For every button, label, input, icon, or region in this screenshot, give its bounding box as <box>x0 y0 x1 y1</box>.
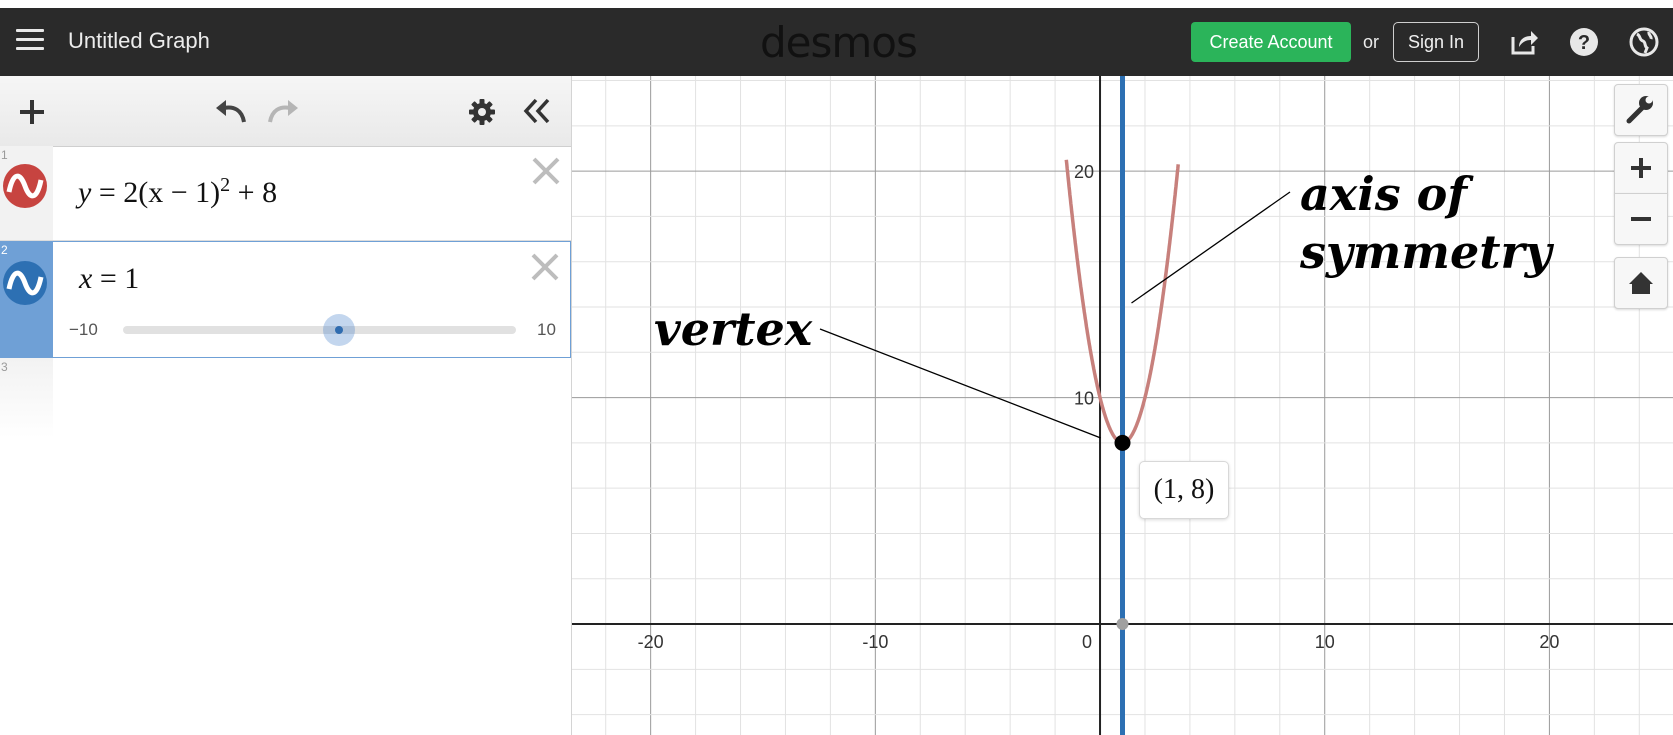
desmos-logo: desmos <box>760 18 918 67</box>
slider-track[interactable] <box>123 314 516 346</box>
expression-gutter: 1 <box>0 146 53 240</box>
expression-index: 2 <box>1 243 8 257</box>
expression-index: 3 <box>1 360 8 374</box>
sign-in-button[interactable]: Sign In <box>1393 22 1479 62</box>
vertex-annotation: vertex <box>654 302 813 356</box>
expression-toolbar <box>0 76 571 147</box>
vertex-point <box>1114 434 1131 451</box>
expression-formula[interactable]: y = 2(x − 1)2 + 8 <box>78 174 277 210</box>
expression-row-1[interactable]: 1 y = 2(x − 1)2 + 8 <box>0 146 571 241</box>
delete-expression-icon[interactable] <box>531 156 561 186</box>
header-bar: Untitled Graph desmos Create Account or … <box>0 8 1673 76</box>
svg-text:?: ? <box>1578 32 1590 54</box>
y-tick-label: 10 <box>1074 389 1094 409</box>
vertex-pointer-line <box>819 328 1101 439</box>
point-coordinate-label: (1, 8) <box>1139 461 1229 519</box>
redo-icon[interactable] <box>266 96 302 126</box>
desmos-app: Untitled Graph desmos Create Account or … <box>0 0 1673 735</box>
zoom-out-icon[interactable] <box>1614 193 1668 245</box>
graph-paper[interactable]: -20 -10 0 10 20 10 20 (1, 8) vertex axis of sy… <box>572 76 1673 735</box>
home-view-icon[interactable] <box>1614 257 1668 309</box>
menu-icon[interactable] <box>16 28 44 52</box>
x-tick-label: -10 <box>862 632 888 652</box>
delete-expression-icon[interactable] <box>530 252 560 282</box>
x-tick-label: 10 <box>1315 632 1335 652</box>
x-tick-label: 20 <box>1539 632 1559 652</box>
help-icon[interactable]: ? <box>1567 25 1601 59</box>
slider-handle[interactable] <box>323 314 356 346</box>
expression-gutter: 3 <box>0 358 53 438</box>
expression-index: 1 <box>1 148 8 162</box>
globe-icon[interactable] <box>1627 25 1661 59</box>
share-icon[interactable] <box>1507 25 1541 59</box>
collapse-panel-icon[interactable] <box>522 96 552 126</box>
expression-gutter: 2 <box>0 241 53 358</box>
graph-canvas[interactable]: -20 -10 0 10 20 10 20 <box>572 76 1673 735</box>
or-label: or <box>1363 32 1380 52</box>
expression-formula[interactable]: x = 1 <box>79 262 139 296</box>
x-tick-label: -20 <box>638 632 664 652</box>
graph-color-icon[interactable] <box>3 261 47 305</box>
x-tick-label: 0 <box>1082 632 1092 652</box>
add-expression-icon[interactable] <box>18 98 46 126</box>
graph-settings-wrench-icon[interactable] <box>1614 84 1668 136</box>
expression-row-2[interactable]: 2 x = 1 −10 10 <box>0 241 571 358</box>
axis-annotation-line2: symmetry <box>1300 225 1552 279</box>
settings-gear-icon[interactable] <box>468 98 496 126</box>
zoom-in-icon[interactable] <box>1614 142 1668 194</box>
slider-min-label[interactable]: −10 <box>69 320 98 340</box>
axis-pointer-line <box>1131 191 1291 304</box>
graph-color-icon[interactable] <box>3 164 47 208</box>
axis-annotation-line1: axis of <box>1300 167 1468 221</box>
top-strip <box>0 0 1673 8</box>
expression-panel: 1 y = 2(x − 1)2 + 8 2 x = 1 −10 10 3 <box>0 76 572 735</box>
intercept-point <box>1116 618 1129 631</box>
slider-max-label[interactable]: 10 <box>537 320 556 340</box>
undo-icon[interactable] <box>212 96 248 126</box>
y-tick-label: 20 <box>1074 162 1094 182</box>
expression-row-3[interactable]: 3 <box>0 358 571 438</box>
create-account-button[interactable]: Create Account <box>1191 22 1351 62</box>
graph-title[interactable]: Untitled Graph <box>68 28 210 54</box>
